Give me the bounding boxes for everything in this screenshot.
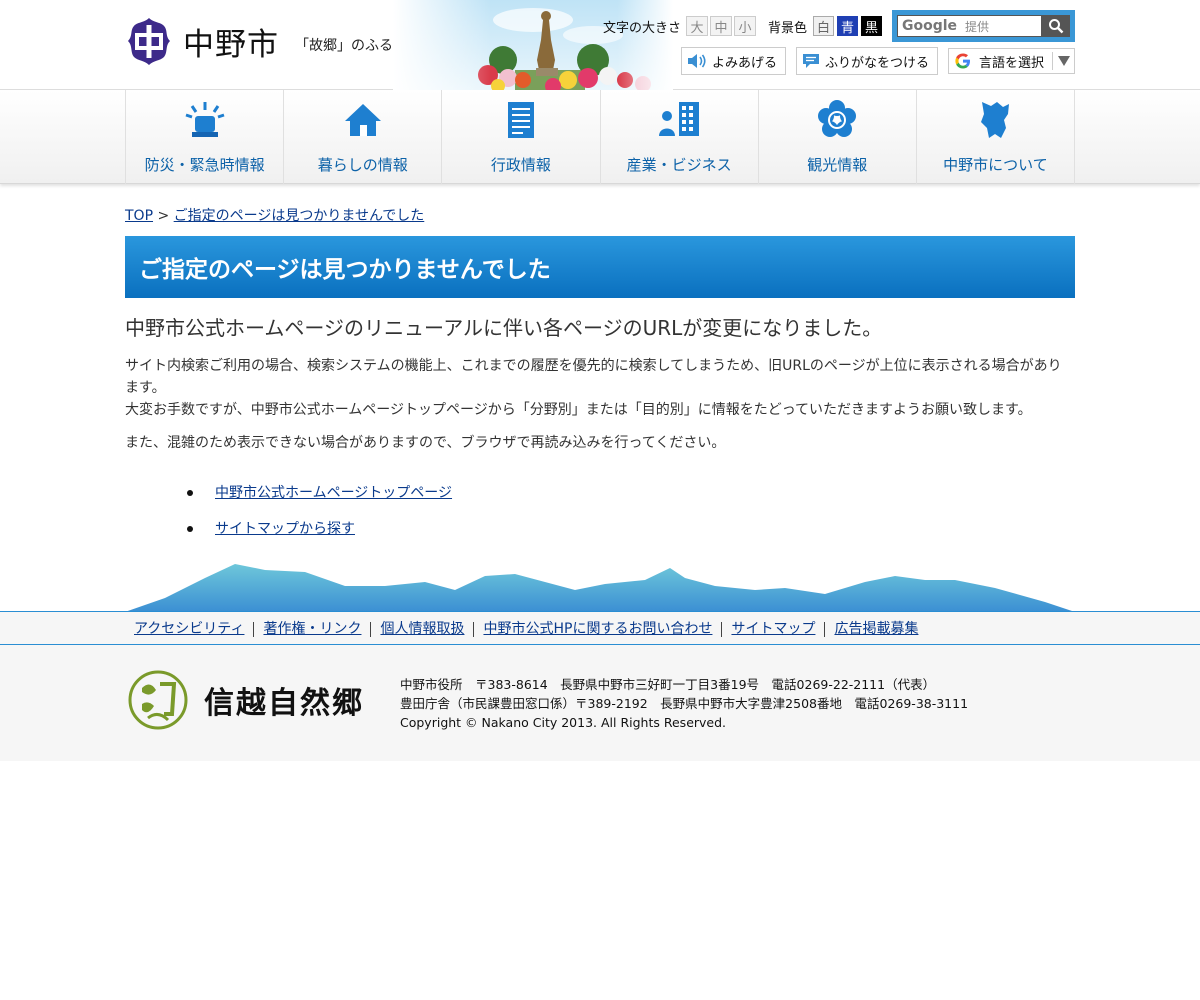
page-title-bar: ご指定のページは見つかりませんでした xyxy=(125,236,1075,298)
nav-label: 観光情報 xyxy=(807,156,868,174)
footer-logo-text: 信越自然郷 xyxy=(204,686,364,721)
nav-item-disaster[interactable]: 防災・緊急時情報 xyxy=(126,90,285,184)
google-g-icon xyxy=(955,53,970,69)
assist-tools: よみあげる ふりがなをつける 言語を選択 xyxy=(671,47,1075,75)
bg-blue-button[interactable]: 青 xyxy=(837,16,858,36)
breadcrumb-top-link[interactable]: TOP xyxy=(125,208,153,224)
nav-item-business[interactable]: 産業・ビジネス xyxy=(601,90,759,184)
help-links: 中野市公式ホームページトップページ サイトマップから探す xyxy=(125,482,1075,554)
read-aloud-label: よみあげる xyxy=(711,55,777,71)
nav-item-about[interactable]: 中野市について xyxy=(917,90,1076,184)
font-size-medium-button[interactable]: 中 xyxy=(709,16,732,36)
triangle-down-icon xyxy=(1058,56,1070,66)
read-aloud-button[interactable]: よみあげる xyxy=(680,47,786,75)
search-placeholder: 提供 xyxy=(965,19,990,34)
breadcrumb: TOP > ご指定のページは見つかりませんでした xyxy=(125,205,1075,225)
nav-item-administration[interactable]: 行政情報 xyxy=(442,90,601,184)
list-item: 中野市公式ホームページトップページ xyxy=(187,482,1075,518)
utility-bar: 文字の大きさ 大 中 小 背景色 白 青 黒 Google 提供 xyxy=(603,10,1075,42)
search-input[interactable]: Google 提供 xyxy=(897,15,1042,37)
bg-black-button[interactable]: 黒 xyxy=(861,16,882,36)
notice-line-1: サイト内検索ご利用の場合、検索システムの機能上、これまでの履歴を優先的に検索して… xyxy=(125,358,1062,396)
nav-label: 中野市について xyxy=(943,156,1048,174)
breadcrumb-current-link[interactable]: ご指定のページは見つかりませんでした xyxy=(174,208,425,224)
search-button[interactable] xyxy=(1042,15,1070,37)
nav-label: 防災・緊急時情報 xyxy=(144,156,265,174)
shinetsu-logo-icon xyxy=(128,670,188,730)
footer-logo: 信越自然郷 xyxy=(128,670,364,730)
speaker-icon xyxy=(687,54,706,68)
notice-line-2: 大変お手数ですが、中野市公式ホームページトップページから「分野別」または「目的別… xyxy=(125,402,1032,418)
nav-label: 行政情報 xyxy=(490,156,551,174)
reload-paragraph: また、混雑のため表示できない場合がありますので、ブラウザで再読み込みを行ってくだ… xyxy=(125,435,726,451)
house-icon xyxy=(344,104,381,136)
business-icon xyxy=(659,102,700,136)
font-size-large-button[interactable]: 大 xyxy=(685,16,708,36)
city-emblem-icon xyxy=(128,18,170,65)
nav-label: 産業・ビジネス xyxy=(626,156,732,174)
site-logo[interactable]: 中野市 xyxy=(127,17,279,66)
bg-white-button[interactable]: 白 xyxy=(813,16,834,36)
flower-icon xyxy=(818,100,857,137)
footer-link-privacy[interactable]: 個人情報取扱 xyxy=(370,621,473,637)
language-select-separator xyxy=(1052,52,1053,70)
breadcrumb-separator: > xyxy=(157,208,170,224)
furigana-label: ふりがなをつける xyxy=(824,55,929,71)
footer-link-accessibility[interactable]: アクセシビリティ xyxy=(125,621,253,637)
nav-label: 暮らしの情報 xyxy=(317,156,408,174)
global-nav: 防災・緊急時情報 暮らしの情報 行政情報 産業・ビジネス 観光情報 中野市につい… xyxy=(0,90,1200,184)
main-content: TOP > ご指定のページは見つかりませんでした ご指定のページは見つかりません… xyxy=(125,205,1075,554)
sitemap-link[interactable]: サイトマップから探す xyxy=(215,521,355,537)
top-page-link[interactable]: 中野市公式ホームページトップページ xyxy=(215,485,452,501)
address-line-2: 豊田庁舎（市民課豊田窓口係）〒389-2192 長野県中野市大字豊津2508番地… xyxy=(400,696,969,711)
footer-link-contact[interactable]: 中野市公式HPに関するお問い合わせ xyxy=(473,621,721,637)
footer-link-copyright[interactable]: 著作権・リンク xyxy=(253,621,370,637)
font-size-label: 文字の大きさ xyxy=(602,20,681,36)
search-icon xyxy=(1049,19,1064,34)
page-title: ご指定のページは見つかりませんでした xyxy=(139,257,551,283)
footer-link-ads[interactable]: 広告掲載募集 xyxy=(824,621,927,637)
siren-icon xyxy=(185,102,225,137)
nav-item-tourism[interactable]: 観光情報 xyxy=(759,90,917,184)
document-icon xyxy=(507,102,534,138)
furigana-button[interactable]: ふりがなをつける xyxy=(795,47,938,75)
font-size-small-button[interactable]: 小 xyxy=(733,16,756,36)
speech-bubble-icon xyxy=(802,54,819,68)
site-name: 中野市 xyxy=(183,27,279,63)
footer-links-bar: アクセシビリティ 著作権・リンク 個人情報取扱 中野市公式HPに関するお問い合わ… xyxy=(0,611,1200,645)
nav-item-living[interactable]: 暮らしの情報 xyxy=(284,90,443,184)
google-brand: Google xyxy=(902,18,958,34)
list-item: サイトマップから探す xyxy=(187,518,1075,554)
language-select[interactable]: 言語を選択 xyxy=(947,48,1075,74)
footer-link-sitemap[interactable]: サイトマップ xyxy=(721,621,824,637)
copyright: Copyright © Nakano City 2013. All Rights… xyxy=(400,715,727,730)
language-select-label: 言語を選択 xyxy=(978,55,1044,71)
address-line-1: 中野市役所 〒383-8614 長野県中野市三好町一丁目3番19号 電話0269… xyxy=(400,677,936,692)
bg-color-group: 背景色 白 青 黒 xyxy=(768,16,882,36)
mountain-silhouette xyxy=(125,564,1075,612)
bg-color-label: 背景色 xyxy=(767,20,807,36)
site-search: Google 提供 xyxy=(892,10,1075,42)
city-map-icon xyxy=(981,102,1010,138)
site-header: 中野市 「故郷」のふるさと 文字の大きさ 大 中 小 背景色 白 青 黒 Goo… xyxy=(0,0,1200,90)
site-footer: 信越自然郷 中野市役所 〒383-8614 長野県中野市三好町一丁目3番19号 … xyxy=(0,645,1200,761)
footer-address: 中野市役所 〒383-8614 長野県中野市三好町一丁目3番19号 電話0269… xyxy=(400,675,968,732)
notice-heading: 中野市公式ホームページのリニューアルに伴い各ページのURLが変更になりました。 xyxy=(125,316,883,340)
notice-paragraph: サイト内検索ご利用の場合、検索システムの機能上、これまでの履歴を優先的に検索して… xyxy=(125,355,1075,421)
